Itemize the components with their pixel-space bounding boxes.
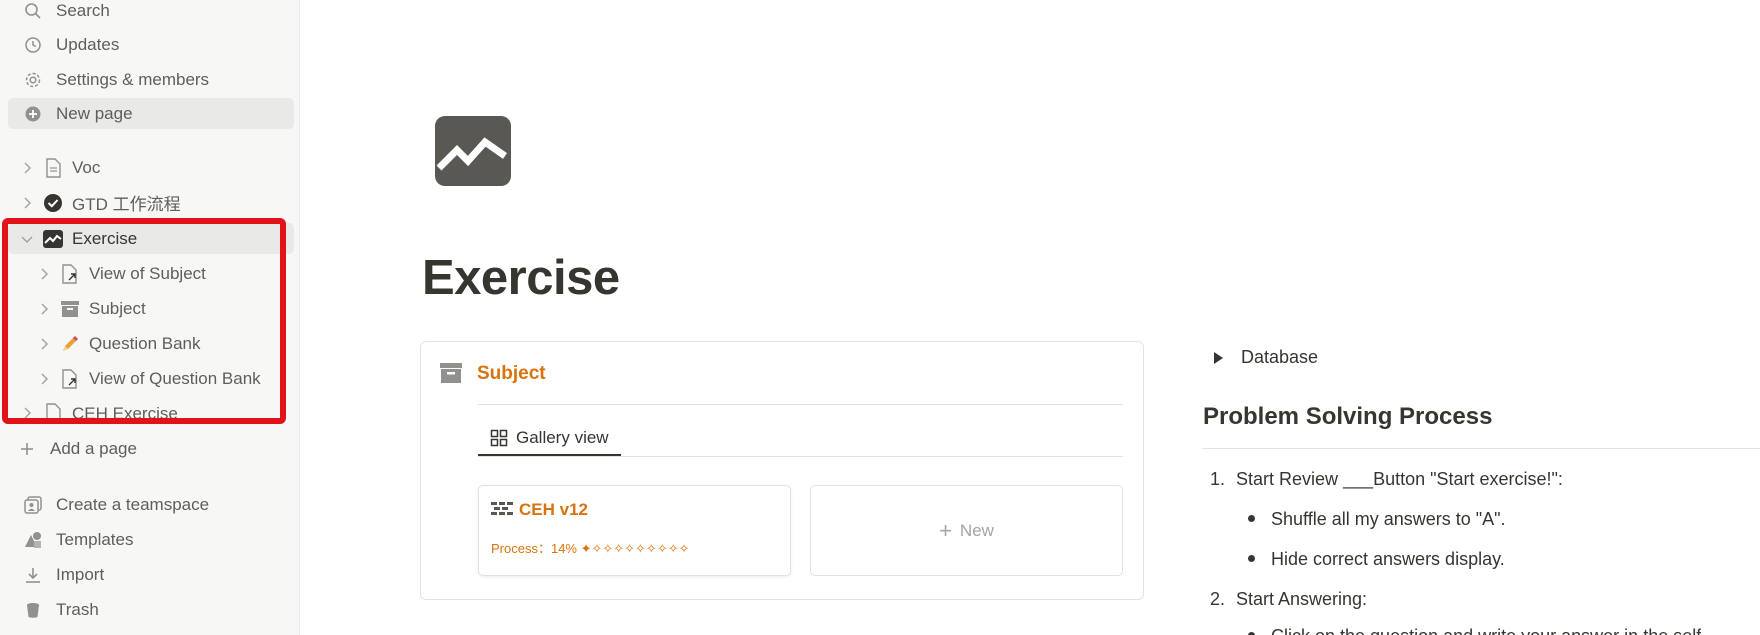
sidebar-page-label: Question Bank	[89, 333, 201, 353]
sidebar-item-label: Updates	[56, 34, 120, 54]
teamspace-icon	[22, 494, 44, 516]
gallery-card[interactable]: CEH v12 Process：14% ✦✧✧✧✧✧✧✧✧✧	[478, 485, 791, 576]
bullet-item[interactable]: Shuffle all my answers to "A".	[1248, 509, 1506, 530]
gallery-card-progress: Process：14% ✦✧✧✧✧✧✧✧✧✧	[491, 541, 690, 556]
trash-icon	[22, 599, 44, 621]
database-header[interactable]: Subject	[439, 362, 546, 386]
list-text: Start Review ___Button "Start exercise!"…	[1236, 469, 1563, 489]
chevron-right-icon[interactable]	[18, 194, 36, 212]
sidebar-item-label: Create a teamspace	[56, 494, 210, 514]
gear-icon	[22, 69, 44, 91]
divider	[478, 404, 1123, 405]
sidebar-add-page[interactable]: Add a page	[4, 433, 290, 464]
sidebar-item-new-page[interactable]: New page	[8, 98, 294, 129]
linked-page-icon	[59, 263, 81, 285]
search-icon	[22, 0, 44, 22]
divider	[478, 456, 1123, 457]
sidebar-page-label: Subject	[89, 298, 146, 318]
list-item[interactable]: 1. Start Review ___Button "Start exercise…	[1210, 469, 1563, 490]
sidebar-item-label: New page	[56, 103, 133, 123]
sidebar-item-label: Settings & members	[56, 69, 210, 89]
sidebar-page-ceh-exercise[interactable]: CEH Exercise	[8, 398, 294, 420]
chevron-down-icon[interactable]	[18, 230, 36, 248]
sidebar-item-create-teamspace[interactable]: Create a teamspace	[8, 489, 294, 520]
chevron-right-icon[interactable]	[35, 300, 53, 318]
download-icon	[22, 564, 44, 586]
gallery-card-title-row: CEH v12	[491, 500, 588, 520]
sidebar: Search Updates Settings & members New pa…	[0, 0, 300, 635]
plus-icon: +	[939, 517, 952, 543]
linked-page-icon	[59, 368, 81, 390]
main-content: Exercise Subject Gallery view CEH v12 Pr…	[300, 0, 1760, 635]
chart-icon[interactable]	[435, 116, 511, 186]
bullet-dot	[1248, 554, 1255, 562]
sidebar-page-subject[interactable]: Subject	[8, 293, 294, 324]
toggle-block[interactable]: Database	[1208, 347, 1318, 368]
sidebar-item-templates[interactable]: Templates	[8, 524, 294, 555]
chevron-right-icon[interactable]	[18, 404, 36, 420]
chart-icon	[42, 228, 64, 250]
database-title[interactable]: Subject	[477, 363, 546, 385]
sidebar-item-label: Templates	[56, 529, 134, 549]
archive-icon	[59, 298, 81, 320]
sidebar-page-label: GTD 工作流程	[72, 195, 181, 214]
toggle-label: Database	[1241, 347, 1319, 367]
pencil-icon	[59, 333, 81, 355]
sidebar-item-search[interactable]: Search	[8, 0, 294, 26]
bullet-text: Hide correct answers display.	[1271, 549, 1505, 569]
chevron-right-icon[interactable]	[35, 335, 53, 353]
sidebar-item-trash[interactable]: Trash	[8, 594, 294, 625]
toggle-triangle-icon[interactable]	[1214, 351, 1223, 364]
tab-label: Gallery view	[516, 428, 609, 447]
sidebar-page-question-bank[interactable]: Question Bank	[8, 328, 294, 359]
divider	[1203, 448, 1760, 449]
list-text: Start Answering:	[1236, 589, 1368, 609]
page-title[interactable]: Exercise	[422, 250, 620, 306]
new-card-button[interactable]: + New	[810, 485, 1123, 576]
page-icon	[42, 157, 64, 179]
archive-icon	[439, 362, 463, 386]
sidebar-item-label: Add a page	[50, 438, 137, 458]
heading[interactable]: Problem Solving Process	[1203, 403, 1492, 431]
list-number: 1.	[1210, 469, 1226, 489]
sidebar-page-exercise[interactable]: Exercise	[8, 223, 294, 254]
clock-icon	[22, 34, 44, 56]
chevron-right-icon[interactable]	[35, 265, 53, 283]
sidebar-page-label: View of Question Bank	[89, 368, 261, 388]
sidebar-item-label: Import	[56, 564, 105, 584]
bullet-text: Shuffle all my answers to "A".	[1271, 509, 1506, 529]
list-item[interactable]: 2. Start Answering:	[1210, 589, 1367, 610]
sidebar-page-view-of-subject[interactable]: View of Subject	[8, 258, 294, 289]
sidebar-page-label: View of Subject	[89, 263, 206, 283]
sidebar-page-gtd[interactable]: GTD 工作流程	[8, 187, 294, 218]
sidebar-item-settings[interactable]: Settings & members	[8, 64, 294, 95]
sidebar-item-updates[interactable]: Updates	[8, 29, 294, 60]
tab-gallery-view[interactable]: Gallery view	[478, 422, 621, 456]
check-circle-icon	[42, 192, 64, 214]
bullet-item[interactable]: Hide correct answers display.	[1248, 549, 1505, 570]
new-card-label: New	[959, 520, 994, 540]
bullet-text: Click on the question and write your ans…	[1271, 626, 1701, 635]
page-icon	[42, 402, 64, 420]
linked-database: Subject Gallery view CEH v12 Process：14%…	[420, 341, 1144, 600]
sidebar-page-voc[interactable]: Voc	[8, 152, 294, 183]
brick-wall-icon	[491, 502, 513, 518]
chevron-right-icon[interactable]	[18, 159, 36, 177]
sidebar-page-label: Voc	[72, 157, 101, 177]
sidebar-item-label: Search	[56, 0, 110, 20]
sidebar-page-label: CEH Exercise	[72, 404, 178, 420]
sidebar-item-label: Trash	[56, 599, 99, 619]
list-number: 2.	[1210, 589, 1226, 609]
gallery-card-title: CEH v12	[519, 500, 588, 519]
bullet-dot	[1248, 514, 1255, 522]
sidebar-item-import[interactable]: Import	[8, 559, 294, 590]
sidebar-page-view-of-question-bank[interactable]: View of Question Bank	[8, 363, 294, 394]
chevron-right-icon[interactable]	[35, 370, 53, 388]
templates-icon	[22, 529, 44, 551]
sidebar-page-label: Exercise	[72, 228, 138, 248]
gallery-grid-icon	[490, 429, 508, 447]
plus-circle-icon	[22, 103, 44, 125]
bullet-item-cut[interactable]: Click on the question and write your ans…	[1248, 626, 1701, 635]
plus-icon	[16, 438, 38, 460]
